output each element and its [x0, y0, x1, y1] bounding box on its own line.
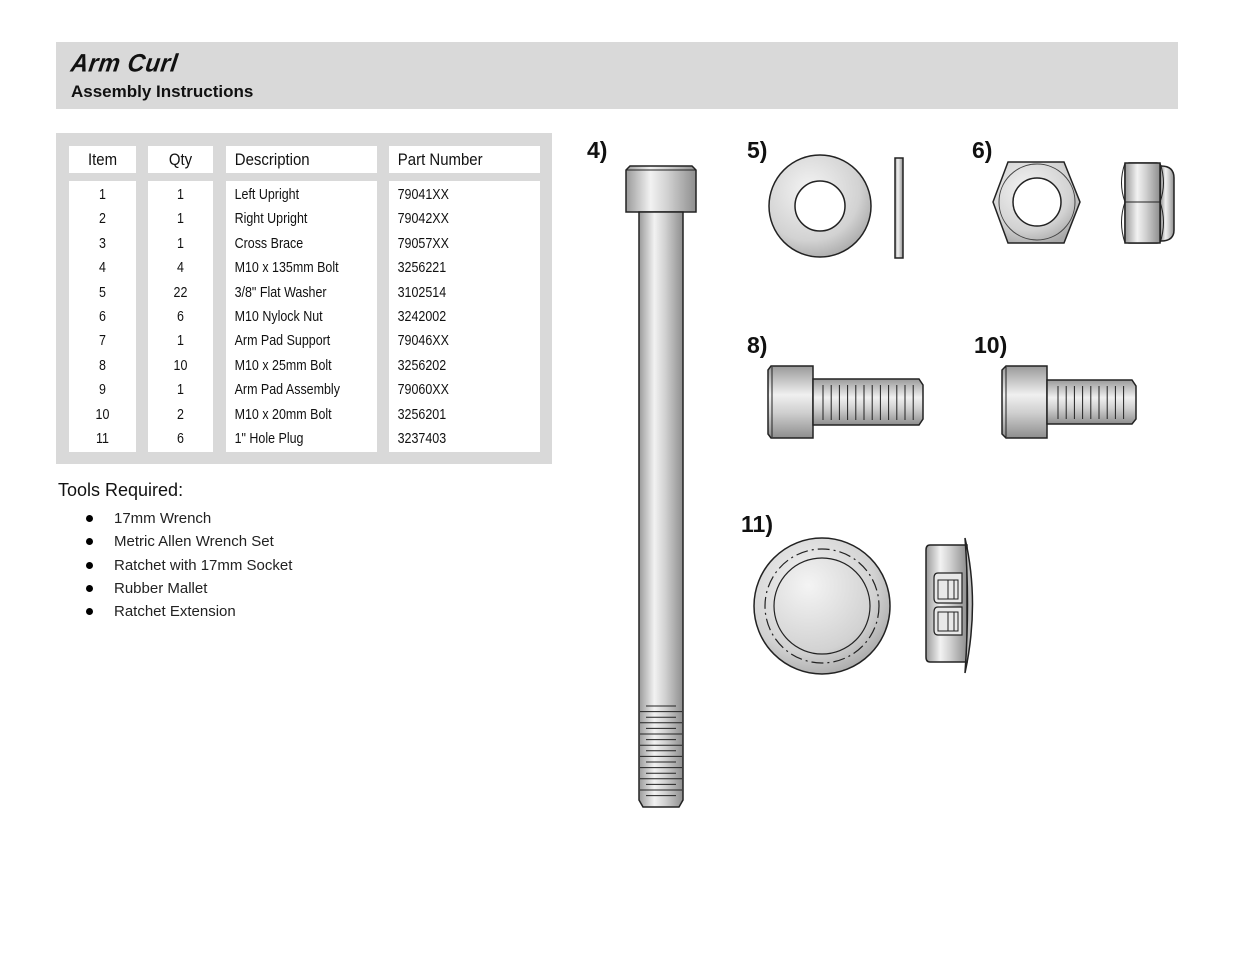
- table-cell-description: Arm Pad Support: [234, 333, 331, 350]
- table-cell-part-number: 79057XX: [397, 235, 449, 252]
- table-cell-item: 11: [96, 430, 109, 447]
- tools-list: 17mm Wrench Metric Allen Wrench Set Ratche…: [58, 507, 292, 623]
- column-header-label: Item: [87, 150, 118, 169]
- page-subtitle: Assembly Instructions: [71, 82, 254, 101]
- table-cell-description: M10 Nylock Nut: [234, 308, 323, 325]
- tools-required: Tools Required: 17mm Wrench Metric Allen …: [58, 480, 292, 623]
- table-cell-description: M10 x 20mm Bolt: [234, 406, 332, 423]
- table-cell-item: 9: [99, 382, 106, 399]
- bullet-icon: [86, 538, 93, 546]
- tool-label: Rubber Mallet: [114, 579, 208, 597]
- long-bolt-icon: [625, 165, 697, 808]
- tool-item: 17mm Wrench: [58, 507, 292, 530]
- tool-item: Ratchet with 17mm Socket: [58, 554, 292, 577]
- tool-label: Metric Allen Wrench Set: [114, 533, 274, 551]
- table-cell-qty: 10: [173, 357, 188, 374]
- product-title: Arm Curl: [69, 49, 180, 78]
- table-cell-item: 8: [99, 357, 106, 374]
- table-cell-qty: 6: [177, 308, 184, 325]
- bullet-icon: [86, 561, 93, 569]
- figure-label-11: 11): [741, 511, 773, 537]
- parts-table: Item Qty Description Part Number 1 2 3 4 5 6 7…: [56, 133, 552, 464]
- bullet-icon: [86, 608, 93, 616]
- figure-label-8: 8): [747, 332, 768, 358]
- table-cell-qty: 22: [173, 284, 188, 301]
- table-cell-item: 7: [99, 333, 106, 350]
- table-cell-part-number: 3242002: [397, 308, 447, 325]
- table-cell-description: 1" Hole Plug: [234, 430, 304, 447]
- column-header-qty: Qty: [148, 146, 213, 173]
- figure-label-4: 4): [587, 137, 608, 163]
- table-cell-part-number: 3256221: [397, 260, 447, 277]
- bullet-icon: [86, 584, 93, 592]
- tools-title: Tools Required:: [58, 480, 184, 500]
- table-cell-qty: 1: [177, 382, 184, 399]
- hole-plug-icon: [753, 537, 974, 675]
- table-cell-part-number: 3256201: [397, 406, 447, 423]
- nylock-nut-icon: [992, 161, 1175, 244]
- column-header-label: Part Number: [397, 150, 483, 169]
- table-cell-item: 1: [99, 187, 106, 203]
- table-cell-description: Arm Pad Assembly: [234, 382, 340, 399]
- table-cell-qty: 1: [177, 211, 184, 228]
- column-description: Left Upright Right Upright Cross Brace M10 …: [226, 181, 377, 452]
- column-qty: 1 1 1 4 22 6 1 10 1 2 6: [148, 181, 213, 452]
- flat-washer-icon: [768, 154, 904, 259]
- table-cell-part-number: 79060XX: [397, 382, 449, 399]
- table-cell-qty: 2: [177, 406, 184, 423]
- table-cell-item: 6: [99, 308, 106, 325]
- table-cell-item: 10: [95, 406, 110, 423]
- column-header-part-number: Part Number: [389, 146, 540, 173]
- tool-label: 17mm Wrench: [114, 510, 212, 527]
- table-cell-item: 2: [99, 211, 106, 228]
- short-bolt-20mm-icon: [1001, 365, 1137, 439]
- tool-item: Metric Allen Wrench Set: [58, 530, 292, 553]
- table-cell-part-number: 79042XX: [397, 211, 449, 228]
- table-cell-description: 3/8" Flat Washer: [234, 284, 327, 301]
- figure-label-10: 10): [974, 332, 1008, 358]
- table-cell-qty: 6: [177, 430, 184, 447]
- short-bolt-25mm-icon: [767, 365, 924, 439]
- column-part-number: 79041XX 79042XX 79057XX 3256221 3102514 32420…: [389, 181, 540, 452]
- column-header-label: Qty: [168, 150, 193, 169]
- table-cell-part-number: 3237403: [397, 430, 447, 447]
- column-header-item: Item: [69, 146, 136, 173]
- tool-item: Rubber Mallet: [58, 577, 292, 600]
- table-cell-part-number: 3256202: [397, 357, 447, 374]
- table-cell-description: Right Upright: [234, 211, 308, 228]
- bullet-icon: [86, 515, 93, 522]
- tool-label: Ratchet Extension: [114, 603, 236, 621]
- table-cell-description: M10 x 135mm Bolt: [234, 260, 339, 277]
- column-item: 1 2 3 4 5 6 7 8 9 10 11: [69, 181, 136, 452]
- table-cell-item: 4: [99, 260, 106, 277]
- column-header-label: Description: [234, 150, 310, 169]
- tool-item: Ratchet Extension: [58, 600, 292, 623]
- table-cell-item: 3: [99, 235, 106, 252]
- table-cell-description: M10 x 25mm Bolt: [234, 357, 332, 374]
- table-cell-item: 5: [99, 284, 106, 301]
- table-cell-qty: 1: [177, 333, 184, 350]
- column-header-description: Description: [226, 146, 377, 173]
- table-cell-part-number: 3102514: [397, 284, 447, 301]
- table-cell-qty: 1: [177, 187, 184, 203]
- tool-label: Ratchet with 17mm Socket: [114, 556, 293, 574]
- page-header: Arm Curl Assembly Instructions: [56, 42, 1178, 109]
- table-cell-description: Left Upright: [234, 187, 300, 203]
- table-cell-part-number: 79041XX: [397, 187, 449, 203]
- table-cell-description: Cross Brace: [234, 235, 304, 252]
- table-cell-part-number: 79046XX: [397, 333, 449, 350]
- table-cell-qty: 1: [177, 235, 184, 252]
- table-cell-qty: 4: [177, 260, 184, 277]
